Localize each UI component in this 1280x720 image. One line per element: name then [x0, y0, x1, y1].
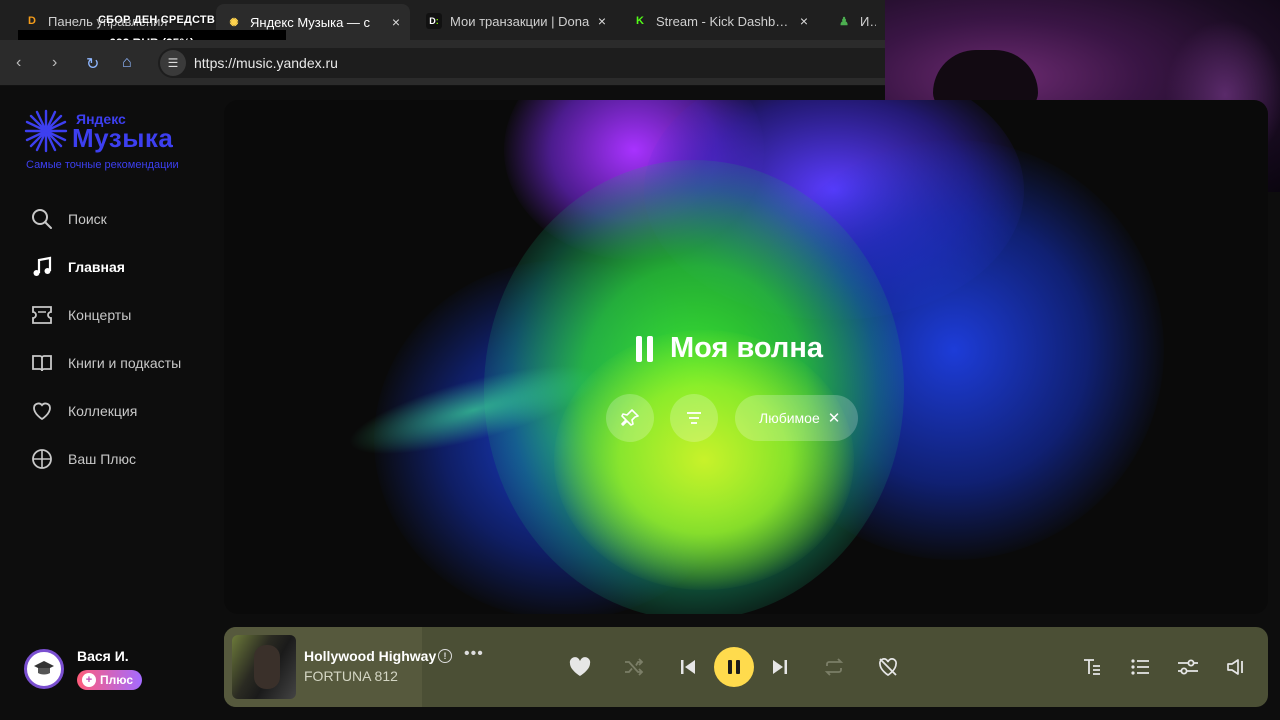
- volume-button[interactable]: [1222, 653, 1250, 681]
- sidebar-nav: Поиск Главная Концерты Книги и подкасты …: [30, 195, 210, 483]
- brand-tagline: Самые точные рекомендации: [26, 159, 179, 171]
- pin-icon: [621, 409, 639, 426]
- close-tab-icon[interactable]: ×: [598, 13, 606, 29]
- sidebar-item-collection[interactable]: Коллекция: [30, 387, 210, 435]
- queue-icon: [1131, 659, 1149, 675]
- next-icon: [773, 660, 787, 674]
- tab-kick-dashboard[interactable]: K Stream - Kick Dashboard ×: [622, 6, 818, 36]
- graduation-cap-icon: [34, 661, 54, 675]
- book-icon: [32, 355, 52, 372]
- sidebar-item-label: Ваш Плюс: [68, 451, 136, 467]
- plus-badge-label: Плюс: [100, 673, 134, 687]
- dislike-button[interactable]: [874, 653, 902, 681]
- donation-goal-title: СБОР ДЕН СРЕДСТВ: [98, 14, 215, 26]
- filter-icon: [687, 412, 701, 424]
- like-button[interactable]: [566, 653, 594, 681]
- tab-game[interactable]: ♟ Игра: [826, 6, 886, 36]
- dislike-icon: [879, 658, 897, 677]
- url-field[interactable]: ☰ https://music.yandex.ru: [158, 48, 898, 78]
- wave-glow-yellow: [554, 330, 854, 590]
- next-button[interactable]: [766, 653, 794, 681]
- user-name: Вася И.: [77, 648, 129, 664]
- tab-title: Игра: [860, 13, 876, 29]
- my-wave-title: Моя волна: [670, 332, 823, 364]
- sidebar-item-concerts[interactable]: Концерты: [30, 291, 210, 339]
- pause-icon: [636, 335, 658, 362]
- close-tab-icon[interactable]: ×: [392, 14, 400, 30]
- pause-button[interactable]: [714, 647, 754, 687]
- pin-button[interactable]: [606, 394, 654, 442]
- tab-title: Stream - Kick Dashboard: [656, 13, 792, 29]
- logo-star-icon: [24, 109, 68, 153]
- player-bar: Hollywood Highway FORTUNA 812 ! •••: [224, 627, 1268, 707]
- sidebar-item-search[interactable]: Поиск: [30, 195, 210, 243]
- previous-icon: [681, 660, 695, 674]
- track-artist[interactable]: FORTUNA 812: [304, 668, 398, 684]
- game-icon: ♟: [839, 15, 849, 28]
- track-cover[interactable]: [232, 635, 296, 699]
- lyrics-button[interactable]: [1078, 653, 1106, 681]
- reload-icon[interactable]: ↻: [86, 54, 99, 74]
- track-title[interactable]: Hollywood Highway: [304, 648, 436, 664]
- cover-image: [254, 645, 280, 689]
- settings-sliders-icon: [1178, 659, 1198, 675]
- forward-icon[interactable]: ›: [52, 54, 57, 72]
- sidebar-item-your-plus[interactable]: Ваш Плюс: [30, 435, 210, 483]
- sidebar-item-label: Главная: [68, 259, 125, 275]
- sidebar-item-label: Книги и подкасты: [68, 355, 182, 371]
- music-note-icon: [33, 256, 52, 276]
- tab-title: Яндекс Музыка — с: [250, 14, 371, 30]
- home-icon[interactable]: ⌂: [122, 54, 132, 72]
- site-settings-icon[interactable]: ☰: [160, 50, 186, 76]
- my-wave-play-title[interactable]: Моя волна: [636, 332, 823, 365]
- close-icon[interactable]: ✕: [828, 409, 841, 427]
- wave-chip-label: Любимое: [759, 410, 820, 426]
- url-text: https://music.yandex.ru: [194, 55, 338, 71]
- heart-icon: [33, 402, 51, 421]
- heart-icon: [569, 657, 591, 676]
- volume-icon: [1227, 659, 1243, 675]
- search-icon: [32, 209, 52, 229]
- ticket-icon: [32, 306, 52, 324]
- wave-mood-chip[interactable]: Любимое ✕: [735, 395, 859, 441]
- previous-button[interactable]: [674, 653, 702, 681]
- yandex-music-icon: ✺: [229, 16, 239, 29]
- shuffle-button[interactable]: [620, 653, 648, 681]
- equalizer-button[interactable]: [1174, 653, 1202, 681]
- plus-badge[interactable]: + Плюс: [77, 670, 143, 690]
- sidebar-item-label: Концерты: [68, 307, 132, 323]
- donationalerts-icon: D: [28, 15, 36, 27]
- queue-button[interactable]: [1126, 653, 1154, 681]
- lyrics-icon: [1084, 659, 1100, 675]
- donatex-icon: D:: [426, 13, 442, 29]
- back-icon[interactable]: ‹: [16, 54, 21, 72]
- more-icon[interactable]: •••: [464, 645, 484, 663]
- screen: D Панель управления ✺ Яндекс Музыка — с …: [0, 0, 1280, 720]
- repeat-icon: [824, 658, 844, 676]
- close-tab-icon[interactable]: ×: [800, 13, 808, 29]
- avatar[interactable]: [24, 649, 64, 689]
- sidebar-item-books-podcasts[interactable]: Книги и подкасты: [30, 339, 210, 387]
- sidebar: Яндекс Музыка Самые точные рекомендации …: [0, 87, 224, 720]
- kick-icon: K: [636, 15, 644, 27]
- shuffle-icon: [625, 658, 644, 676]
- plus-logo-icon: +: [82, 673, 96, 687]
- info-icon[interactable]: !: [438, 649, 452, 663]
- plus-circle-icon: [32, 449, 52, 469]
- sidebar-item-label: Поиск: [68, 211, 107, 227]
- brand-name: Музыка: [72, 123, 174, 153]
- sidebar-item-home[interactable]: Главная: [30, 243, 210, 291]
- tab-title: Мои транзакции | Dona: [450, 13, 590, 29]
- repeat-button[interactable]: [820, 653, 848, 681]
- tab-transactions[interactable]: D: Мои транзакции | Dona ×: [416, 6, 616, 36]
- sidebar-item-label: Коллекция: [68, 403, 138, 419]
- wave-settings-button[interactable]: [670, 394, 718, 442]
